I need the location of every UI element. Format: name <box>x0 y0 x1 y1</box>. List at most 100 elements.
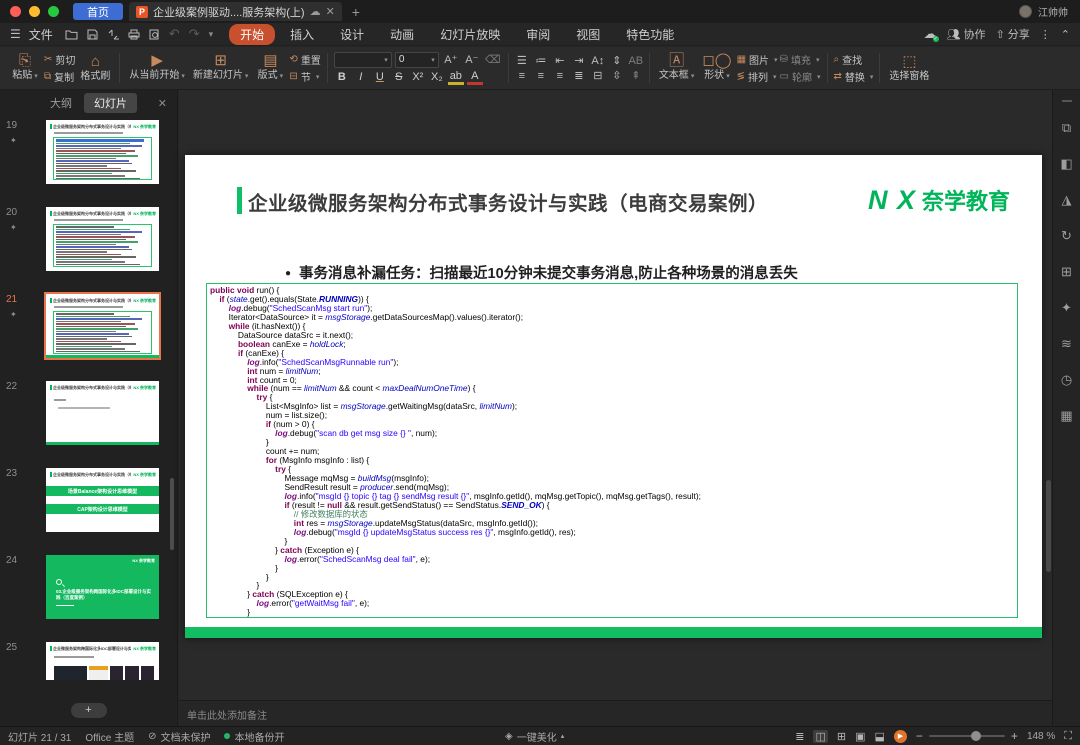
slide-thumbnail-25[interactable]: 企业微服务架构跨国际化多IDC部署设计与实践（百度案例）NX 奈学教育 <box>46 642 159 680</box>
print-preview-icon[interactable] <box>149 29 160 40</box>
code-block[interactable]: public void run() { if (state.get().equa… <box>206 283 1018 618</box>
panel-shapes-icon[interactable]: ◧ <box>1060 156 1072 172</box>
file-menu[interactable]: 文件 <box>29 26 53 43</box>
new-tab-button[interactable]: + <box>352 4 360 20</box>
panel-properties-icon[interactable]: ⧉ <box>1062 120 1071 136</box>
decrease-font-icon[interactable]: A⁻ <box>463 53 481 66</box>
new-slide-button[interactable]: ⊞ 新建幻灯片 ▾ <box>190 49 252 87</box>
ribbon-tab-5[interactable]: 审阅 <box>515 24 561 45</box>
find-button[interactable]: ⌕ 查找 <box>834 52 874 67</box>
italic-button[interactable]: I <box>353 71 369 83</box>
more-options-icon[interactable]: ⋮ <box>1040 28 1051 41</box>
section-button[interactable]: ⊟ 节 ▾ <box>289 69 320 84</box>
zoom-in-button[interactable]: + <box>1011 729 1018 743</box>
slide-thumbnail-21[interactable]: 企业级微服务架构分布式事务设计与实践（电商交易案例）NX 奈学教育 <box>44 292 161 360</box>
home-tab[interactable]: 首页 <box>73 3 123 20</box>
numbering-icon[interactable]: ≔ <box>532 54 550 67</box>
distribute-icon[interactable]: ⊟ <box>589 69 607 82</box>
zoom-slider[interactable] <box>928 731 1005 741</box>
panel-layers-icon[interactable]: ⊞ <box>1061 264 1072 280</box>
animation-indicator-icon[interactable]: ✦ <box>10 136 17 145</box>
ribbon-tab-4[interactable]: 幻灯片放映 <box>429 24 511 45</box>
slideshow-play-button[interactable]: ▶ <box>893 729 907 743</box>
normal-view-icon[interactable]: ◫ <box>813 729 828 743</box>
minimize-window-button[interactable] <box>29 6 40 17</box>
layout-button[interactable]: ▤ 版式 ▾ <box>253 49 287 87</box>
arrange-button[interactable]: ≶ 排列 ▾ <box>737 69 778 84</box>
save-icon[interactable] <box>87 29 98 40</box>
ribbon-tab-7[interactable]: 特色功能 <box>615 24 685 45</box>
maximize-window-button[interactable] <box>48 6 59 17</box>
export-icon[interactable] <box>107 29 119 40</box>
presenter-view-icon[interactable]: ⬓ <box>875 730 885 743</box>
selection-pane-button[interactable]: ⬚ 选择窗格 <box>886 49 932 87</box>
current-slide[interactable]: 企业级微服务架构分布式事务设计与实践（电商交易案例） N X 奈学教育 ● 事务消息… <box>185 155 1042 638</box>
sidebar-scrollbar[interactable] <box>170 478 174 550</box>
subscript-button[interactable]: X₂ <box>429 71 445 83</box>
ribbon-tab-2[interactable]: 设计 <box>329 24 375 45</box>
reading-view-icon[interactable]: ▣ <box>855 730 865 743</box>
paragraph-spacing-icon[interactable]: ⇞ <box>627 69 645 82</box>
canvas-scrollbar[interactable] <box>1046 480 1051 572</box>
superscript-button[interactable]: X² <box>410 71 426 83</box>
cloud-saved-icon[interactable]: ☁ ✓ <box>924 26 939 42</box>
picture-button[interactable]: ▦ 图片 ▾ <box>737 52 778 67</box>
clear-format-icon[interactable]: ⌫ <box>484 53 502 66</box>
line-spacing-icon[interactable]: ⇳ <box>608 69 626 82</box>
ribbon-tab-6[interactable]: 视图 <box>565 24 611 45</box>
font-size-select[interactable]: 0 ▾ <box>394 51 439 68</box>
textbox-button[interactable]: 🄰 文本框 ▾ <box>656 49 698 87</box>
panel-animation-icon[interactable]: ↻ <box>1061 228 1072 244</box>
beautify-button[interactable]: ◈ 一键美化 ▴ <box>505 729 564 744</box>
cut-button[interactable]: ✂ 剪切 <box>44 52 75 67</box>
highlight-color-button[interactable]: ab <box>447 70 464 85</box>
close-tab-icon[interactable]: ✕ <box>326 5 335 18</box>
increase-indent-icon[interactable]: ⇥ <box>570 54 588 67</box>
main-menu-icon[interactable]: ☰ <box>10 27 21 41</box>
decrease-indent-icon[interactable]: ⇤ <box>551 54 569 67</box>
protection-status[interactable]: ⊘ 文档未保护 <box>148 729 210 744</box>
redo-icon[interactable]: ↷ <box>189 26 200 42</box>
char-spacing-icon[interactable]: AB <box>627 55 645 67</box>
shapes-button[interactable]: ◻◯ 形状 ▾ <box>699 49 734 87</box>
underline-button[interactable]: U <box>372 71 388 83</box>
collaborate-button[interactable]: 👥︎ 协作 <box>947 26 986 42</box>
ribbon-tab-3[interactable]: 动画 <box>379 24 425 45</box>
add-slide-button[interactable]: + <box>70 703 107 718</box>
fill-button[interactable]: ⛁ 填充 ▾ <box>780 52 821 67</box>
document-tab[interactable]: P 企业级案例驱动....服务架构(上) ☁ ✕ <box>129 2 342 21</box>
open-file-icon[interactable] <box>65 29 78 40</box>
fit-slide-icon[interactable]: ⛶ <box>1064 730 1072 743</box>
slide-title[interactable]: 企业级微服务架构分布式事务设计与实践（电商交易案例） <box>248 187 768 216</box>
font-name-select[interactable]: ▾ <box>333 51 392 68</box>
tab-slides[interactable]: 幻灯片 <box>84 93 137 113</box>
notes-panel-icon[interactable]: ≣ <box>795 730 804 743</box>
align-text-icon[interactable]: ⇕ <box>608 54 626 67</box>
strikethrough-button[interactable]: S <box>391 71 407 83</box>
slide-thumbnail-19[interactable]: 企业级微服务架构分布式事务设计与实践（电商交易案例）NX 奈学教育 <box>46 120 159 184</box>
backup-status[interactable]: 本地备份开 <box>224 729 284 744</box>
zoom-out-button[interactable]: − <box>916 729 923 743</box>
align-left-icon[interactable]: ≡ <box>513 70 531 82</box>
panel-design-icon[interactable]: ◮ <box>1062 192 1072 208</box>
panel-settings-icon[interactable]: ≋ <box>1061 336 1072 352</box>
bullets-icon[interactable]: ☰ <box>513 54 531 67</box>
slide-bullet-text[interactable]: ● 事务消息补漏任务：扫描最近10分钟未提交事务消息,防止各种场景的消息丢失 <box>285 262 798 283</box>
panel-history-icon[interactable]: ◷ <box>1061 372 1072 388</box>
ribbon-tab-0[interactable]: 开始 <box>229 23 276 45</box>
format-painter-button[interactable]: ⌂ 格式刷 <box>77 49 113 87</box>
print-icon[interactable] <box>128 29 140 40</box>
slide-thumbnail-20[interactable]: 企业级微服务架构分布式事务设计与实践（电商交易案例）NX 奈学教育 <box>46 207 159 271</box>
copy-button[interactable]: ⧉ 复制 <box>44 69 75 84</box>
close-window-button[interactable] <box>10 6 21 17</box>
zoom-percentage[interactable]: 148 % <box>1027 731 1055 742</box>
align-right-icon[interactable]: ≡ <box>551 70 569 82</box>
bold-button[interactable]: B <box>334 71 350 83</box>
rail-handle[interactable] <box>1061 100 1072 102</box>
tab-outline[interactable]: 大纲 <box>40 93 82 113</box>
theme-name[interactable]: Office 主题 <box>85 729 134 744</box>
justify-icon[interactable]: ≣ <box>570 69 588 82</box>
paste-button[interactable]: ⎘ 粘贴 ▾ <box>8 49 42 87</box>
align-center-icon[interactable]: ≡ <box>532 70 550 82</box>
panel-effects-icon[interactable]: ✦ <box>1061 300 1072 316</box>
